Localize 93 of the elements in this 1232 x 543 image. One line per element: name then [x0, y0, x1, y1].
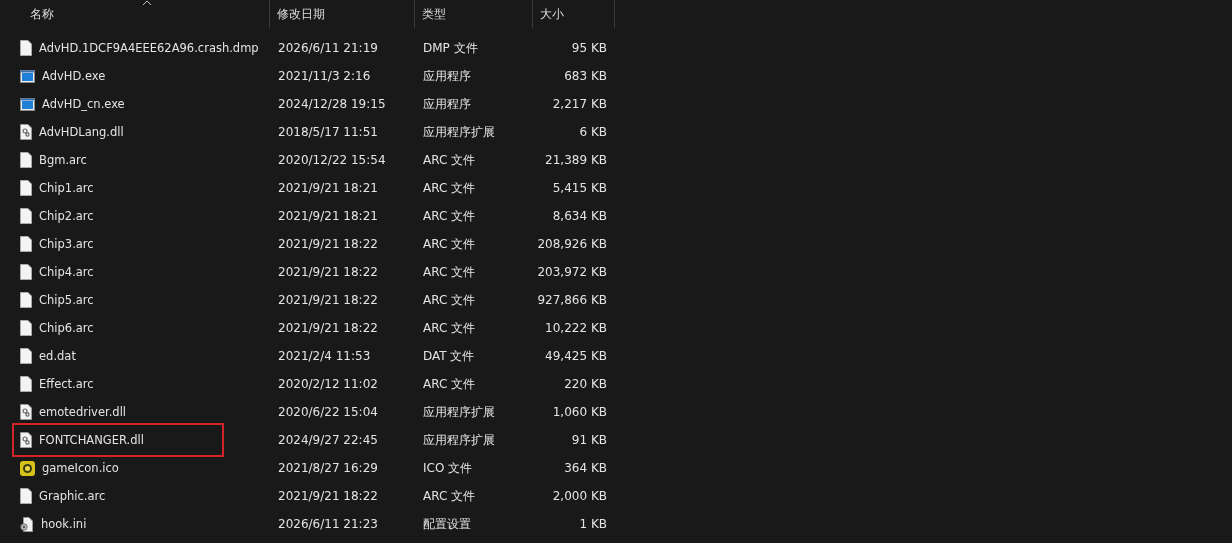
modified-date: 2020/6/22 15:04 — [277, 405, 379, 419]
modified-date: 2018/5/17 11:51 — [277, 125, 379, 139]
file-name[interactable]: gameIcon.ico — [42, 461, 119, 475]
file-name[interactable]: Bgm.arc — [39, 153, 87, 167]
modified-date: 2024/9/27 22:45 — [277, 433, 379, 447]
file-type: 配置设置 — [422, 515, 472, 533]
file-name[interactable]: AdvHD.exe — [42, 69, 106, 83]
file-type: 应用程序扩展 — [422, 123, 496, 141]
modified-date: 2026/6/11 21:19 — [277, 41, 379, 55]
file-type: ARC 文件 — [422, 291, 477, 309]
file-icon — [20, 292, 32, 308]
file-name[interactable]: Effect.arc — [39, 377, 94, 391]
file-size: 220 KB — [563, 377, 608, 391]
file-icon — [20, 348, 32, 364]
file-size: 1,060 KB — [551, 405, 608, 419]
file-type: ARC 文件 — [422, 235, 477, 253]
file-size: 91 KB — [570, 433, 608, 447]
file-size: 2,000 KB — [551, 489, 608, 503]
file-name[interactable]: Chip1.arc — [39, 181, 94, 195]
file-type: ARC 文件 — [422, 319, 477, 337]
file-name[interactable]: Chip5.arc — [39, 293, 94, 307]
emblem-icon — [20, 460, 35, 476]
file-type: 应用程序 — [422, 95, 472, 113]
column-header[interactable]: 修改日期 — [270, 0, 415, 28]
modified-date: 2021/9/21 18:21 — [277, 209, 379, 223]
file-type: 应用程序 — [422, 67, 472, 85]
modified-date: 2021/11/3 2:16 — [277, 69, 372, 83]
file-size: 8,634 KB — [551, 209, 608, 223]
file-size: 95 KB — [570, 41, 608, 55]
file-name[interactable]: ed.dat — [39, 349, 76, 363]
file-size: 49,425 KB — [544, 349, 608, 363]
modified-date: 2021/9/21 18:21 — [277, 181, 379, 195]
file-size: 1 KB — [578, 517, 608, 531]
modified-date: 2020/12/22 15:54 — [277, 153, 387, 167]
file-name[interactable]: emotedriver.dll — [39, 405, 127, 419]
gear-file-icon — [20, 404, 32, 420]
file-type: DMP 文件 — [422, 39, 479, 57]
file-icon — [20, 208, 32, 224]
file-icon — [20, 488, 32, 504]
modified-date: 2021/9/21 18:22 — [277, 321, 379, 335]
file-type: ICO 文件 — [422, 459, 474, 477]
file-icon — [20, 264, 32, 280]
file-name[interactable]: AdvHD.1DCF9A4EEE62A96.crash.dmp — [39, 41, 259, 55]
file-type: ARC 文件 — [422, 263, 477, 281]
file-icon — [20, 40, 32, 56]
modified-date: 2021/9/21 18:22 — [277, 265, 379, 279]
file-size: 364 KB — [563, 461, 608, 475]
file-type: 应用程序扩展 — [422, 431, 496, 449]
file-icon — [20, 320, 32, 336]
column-header[interactable]: 大小 — [533, 0, 615, 28]
gear-file-icon — [20, 432, 32, 448]
file-name[interactable]: AdvHDLang.dll — [39, 125, 124, 139]
modified-date: 2021/8/27 16:29 — [277, 461, 379, 475]
modified-date: 2021/9/21 18:22 — [277, 489, 379, 503]
file-size: 2,217 KB — [551, 97, 608, 111]
gear-file-icon — [20, 124, 32, 140]
modified-date: 2021/9/21 18:22 — [277, 237, 379, 251]
file-size: 203,972 KB — [536, 265, 608, 279]
file-icon — [20, 152, 32, 168]
file-name[interactable]: Chip4.arc — [39, 265, 94, 279]
file-name[interactable]: Chip6.arc — [39, 321, 94, 335]
file-name[interactable]: Graphic.arc — [39, 489, 106, 503]
file-name[interactable]: hook.ini — [41, 517, 87, 531]
file-name[interactable]: Chip2.arc — [39, 209, 94, 223]
file-type: ARC 文件 — [422, 151, 477, 169]
file-type: ARC 文件 — [422, 179, 477, 197]
file-type: 应用程序扩展 — [422, 403, 496, 421]
modified-date: 2021/2/4 11:53 — [277, 349, 372, 363]
file-size: 683 KB — [563, 69, 608, 83]
column-header[interactable]: 类型 — [415, 0, 533, 28]
file-name[interactable]: Chip3.arc — [39, 237, 94, 251]
modified-date: 2021/9/21 18:22 — [277, 293, 379, 307]
file-size: 21,389 KB — [544, 153, 608, 167]
file-size: 5,415 KB — [551, 181, 608, 195]
file-size: 927,866 KB — [536, 293, 608, 307]
application-icon — [20, 69, 35, 83]
file-name[interactable]: AdvHD_cn.exe — [42, 97, 125, 111]
modified-date: 2026/6/11 21:23 — [277, 517, 379, 531]
file-icon — [20, 376, 32, 392]
column-header[interactable]: 名称 — [0, 0, 270, 28]
modified-date: 2020/2/12 11:02 — [277, 377, 379, 391]
file-size: 6 KB — [578, 125, 608, 139]
gear-icon — [20, 516, 34, 532]
modified-date: 2024/12/28 19:15 — [277, 97, 387, 111]
file-icon — [20, 180, 32, 196]
application-icon — [20, 97, 35, 111]
file-size: 208,926 KB — [536, 237, 608, 251]
file-size: 10,222 KB — [544, 321, 608, 335]
file-type: ARC 文件 — [422, 375, 477, 393]
file-type: ARC 文件 — [422, 207, 477, 225]
file-type: DAT 文件 — [422, 347, 476, 365]
file-type: ARC 文件 — [422, 487, 477, 505]
file-icon — [20, 236, 32, 252]
